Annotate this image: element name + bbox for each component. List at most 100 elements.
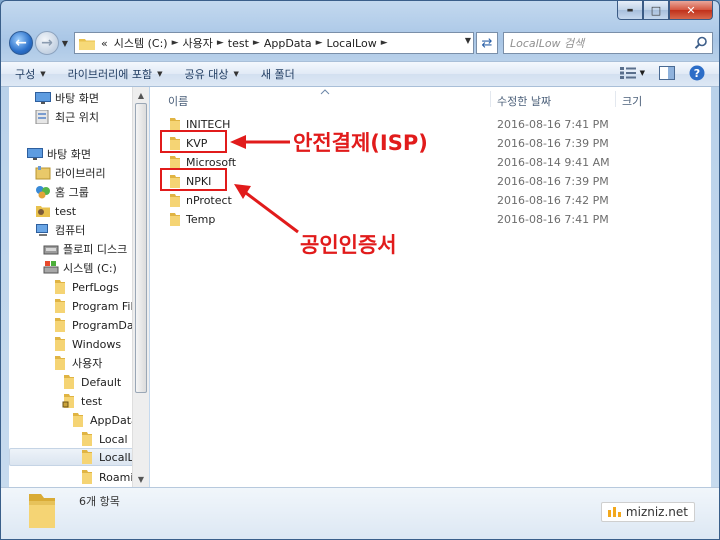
folder-icon (79, 38, 95, 50)
include-in-library-menu[interactable]: 라이브러리에 포함 ▼ (68, 66, 163, 82)
annotation-npki-label: 공인인증서 (300, 233, 397, 257)
close-button[interactable]: ✕ (669, 1, 713, 20)
maximize-button[interactable]: □ (643, 1, 669, 20)
sidebar-item-label: AppData (90, 413, 138, 427)
forward-button[interactable]: → (35, 31, 59, 55)
sidebar-item-desktop[interactable]: 바탕 화면 (27, 145, 91, 163)
sidebar-item-user-test[interactable]: test (35, 202, 76, 220)
breadcrumb-drive[interactable]: 시스템 (C:) (111, 35, 171, 51)
caption-buttons: ▬ □ ✕ (617, 1, 713, 20)
refresh-icon: ⇄ (481, 35, 493, 51)
sidebar-item-users[interactable]: 사용자 (52, 354, 102, 372)
sidebar-item-windows[interactable]: Windows (52, 335, 121, 353)
minimize-button[interactable]: ▬ (617, 1, 643, 20)
chevron-down-icon: ▼ (639, 69, 645, 77)
svg-text:?: ? (694, 67, 700, 80)
chevron-right-icon[interactable]: ► (216, 38, 225, 48)
folder-icon (55, 356, 65, 370)
share-with-menu[interactable]: 공유 대상 ▼ (185, 66, 239, 82)
explorer-window: ▬ □ ✕ ← → ▼ « 시스템 (C:) ► 사용자 ► test ► Ap… (0, 0, 720, 540)
search-placeholder: LocalLow 검색 (510, 37, 585, 50)
chevron-right-icon[interactable]: ► (315, 38, 324, 48)
address-dropdown-icon[interactable]: ▼ (465, 36, 471, 45)
change-view-button[interactable]: ▼ (619, 67, 645, 79)
sidebar-item-locallow[interactable]: LocalLow (9, 448, 148, 466)
recent-places-icon (35, 110, 49, 124)
forward-arrow-icon: → (41, 35, 53, 51)
sidebar-item-appdata[interactable]: AppData (70, 411, 138, 429)
view-list-icon (619, 67, 636, 79)
sidebar-item-computer[interactable]: 컴퓨터 (35, 221, 85, 239)
folder-large-icon (29, 494, 55, 528)
folder-icon (82, 432, 92, 446)
address-bar[interactable]: « 시스템 (C:) ► 사용자 ► test ► AppData ► Loca… (74, 32, 474, 54)
sidebar-item-system-c[interactable]: 시스템 (C:) (43, 259, 117, 277)
sidebar-item-floppy[interactable]: 플로피 디스크 (43, 240, 127, 258)
chevron-right-icon[interactable]: ► (380, 38, 389, 48)
sidebar-item-default[interactable]: Default (61, 373, 121, 391)
sidebar-item-libraries[interactable]: 라이브러리 (35, 164, 106, 182)
sidebar-item-label: Default (81, 375, 122, 389)
sidebar-item-recent[interactable]: 최근 위치 (35, 108, 99, 126)
breadcrumb-overflow[interactable]: « (98, 37, 111, 50)
watermark: mizniz.net (600, 502, 695, 522)
computer-icon (36, 224, 48, 236)
sidebar-item-homegroup[interactable]: 홈 그룹 (35, 183, 89, 201)
navigation-scrollbar[interactable]: ▲ ▼ (132, 87, 149, 487)
minimize-icon: ▬ (626, 6, 634, 14)
chevron-down-icon: ▼ (233, 70, 239, 78)
folder-icon (55, 280, 65, 294)
back-button[interactable]: ← (9, 31, 33, 55)
organize-menu[interactable]: 구성 ▼ (15, 66, 46, 82)
floppy-icon (43, 245, 59, 255)
arrow-to-kvp-icon (230, 135, 290, 149)
folder-icon (73, 413, 83, 427)
desktop-icon (35, 92, 51, 104)
search-input[interactable]: LocalLow 검색 (503, 32, 713, 54)
libraries-icon (35, 166, 51, 180)
sidebar-item-programdata[interactable]: ProgramData (52, 316, 145, 334)
annotation-kvp-label: 안전결제(ISP) (293, 131, 428, 155)
view-controls: ▼ ? (619, 65, 705, 81)
user-folder-icon (36, 206, 50, 217)
recent-pages-dropdown[interactable]: ▼ (59, 35, 71, 51)
sidebar-item-label: Local (99, 432, 128, 446)
breadcrumb-appdata[interactable]: AppData (261, 37, 315, 50)
folder-icon (55, 337, 65, 351)
breadcrumb-test[interactable]: test (225, 37, 252, 50)
breadcrumb-users[interactable]: 사용자 (179, 35, 215, 51)
drive-icon (43, 261, 59, 274)
breadcrumb-locallow[interactable]: LocalLow (324, 37, 380, 50)
sidebar-item-desktop-fav[interactable]: 바탕 화면 (35, 89, 99, 107)
search-icon[interactable] (694, 36, 708, 50)
sidebar-item-label: Windows (72, 337, 122, 351)
maximize-icon: □ (650, 3, 662, 17)
folder-icon (64, 375, 74, 389)
desktop-icon (27, 148, 43, 160)
navigation-bar: ← → ▼ « 시스템 (C:) ► 사용자 ► test ► AppData … (9, 30, 713, 56)
scroll-thumb[interactable] (135, 103, 147, 393)
chevron-down-icon: ▼ (157, 70, 163, 78)
sidebar-item-test-folder[interactable]: test (61, 392, 102, 410)
refresh-button[interactable]: ⇄ (476, 32, 498, 54)
sidebar-item-label: 홈 그룹 (55, 186, 89, 199)
chevron-right-icon[interactable]: ► (171, 38, 180, 48)
sidebar-item-label: 최근 위치 (55, 111, 99, 124)
chevron-right-icon[interactable]: ► (252, 38, 261, 48)
homegroup-icon (36, 186, 50, 199)
sidebar-item-label: 시스템 (C:) (63, 262, 117, 275)
scroll-up-icon[interactable]: ▲ (133, 87, 149, 103)
sidebar-item-label: test (55, 204, 77, 218)
chevron-down-icon: ▼ (40, 70, 46, 78)
close-icon: ✕ (686, 3, 696, 17)
sidebar-item-label: test (81, 394, 103, 408)
sidebar-item-perflogs[interactable]: PerfLogs (52, 278, 119, 296)
help-icon[interactable]: ? (689, 65, 705, 81)
sidebar-item-local[interactable]: Local (79, 430, 128, 448)
include-library-label: 라이브러리에 포함 (67, 68, 153, 81)
scroll-down-icon[interactable]: ▼ (133, 471, 149, 487)
sidebar-item-label: 바탕 화면 (47, 148, 91, 161)
new-folder-button[interactable]: 새 폴더 (261, 66, 295, 82)
preview-pane-icon[interactable] (659, 66, 675, 80)
file-list-pane: 이름 수정한 날짜 크기 INITECH 2016-08-16 7:41 PM … (150, 87, 711, 487)
